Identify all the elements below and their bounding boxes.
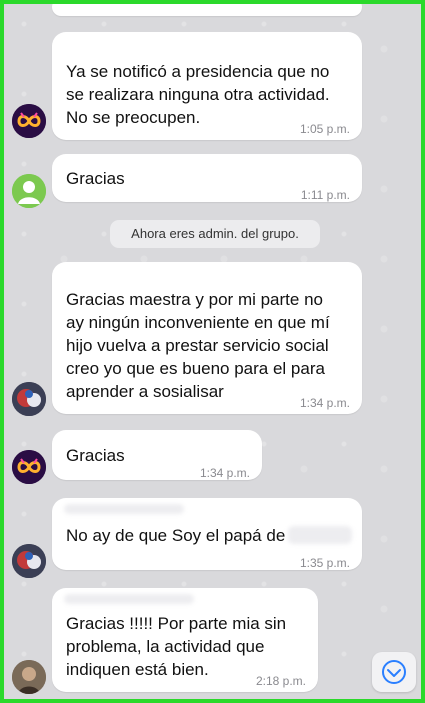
message-text: Ya se notificó a presidencia que no se r…: [66, 62, 330, 127]
avatar[interactable]: [12, 104, 46, 138]
redacted-sender-name: [64, 594, 194, 604]
message-time: 1:05 p.m.: [299, 122, 350, 136]
message-bubble[interactable]: Gracias !!!!! Por parte mia sin problema…: [52, 588, 318, 692]
message-bubble[interactable]: Ya se notificó a presidencia que no se r…: [52, 32, 362, 140]
redacted-name: [288, 526, 352, 544]
message-bubble[interactable]: Gracias 1:11 p.m.: [52, 154, 362, 202]
avatar[interactable]: [12, 382, 46, 416]
avatar[interactable]: [12, 450, 46, 484]
avatar[interactable]: [12, 174, 46, 208]
message-bubble[interactable]: No ay de que Soy el papá de 1:35 p.m.: [52, 498, 362, 570]
system-notice: Ahora eres admin. del grupo.: [110, 220, 320, 248]
message-time: 1:11 p.m.: [300, 188, 350, 202]
partial-message-bubble[interactable]: [52, 4, 362, 16]
message-bubble[interactable]: Gracias maestra y por mi parte no ay nin…: [52, 262, 362, 414]
avatar[interactable]: [12, 660, 46, 694]
scroll-to-bottom-button[interactable]: [372, 652, 416, 692]
chevron-down-circle-icon: [382, 660, 406, 684]
infinity-logo-icon: [12, 450, 46, 484]
profile-photo-icon: [12, 544, 46, 578]
default-user-icon: [12, 174, 46, 208]
message-text: Gracias maestra y por mi parte no ay nin…: [66, 290, 330, 401]
message-time: 1:34 p.m.: [299, 396, 350, 410]
chat-frame: Ya se notificó a presidencia que no se r…: [0, 0, 425, 703]
message-text: No ay de que Soy el papá de: [66, 526, 286, 545]
message-bubble[interactable]: Gracias 1:34 p.m.: [52, 430, 262, 480]
message-time: 2:18 p.m.: [255, 674, 306, 688]
infinity-logo-icon: [12, 104, 46, 138]
profile-photo-icon: [12, 382, 46, 416]
message-time: 1:35 p.m.: [299, 556, 350, 570]
message-text: Gracias: [66, 446, 125, 465]
profile-photo-icon: [12, 660, 46, 694]
redacted-sender-name: [64, 504, 184, 514]
message-text: Gracias: [66, 169, 125, 188]
message-time: 1:34 p.m.: [199, 466, 250, 480]
avatar[interactable]: [12, 544, 46, 578]
message-text: Gracias !!!!! Por parte mia sin problema…: [66, 614, 287, 679]
